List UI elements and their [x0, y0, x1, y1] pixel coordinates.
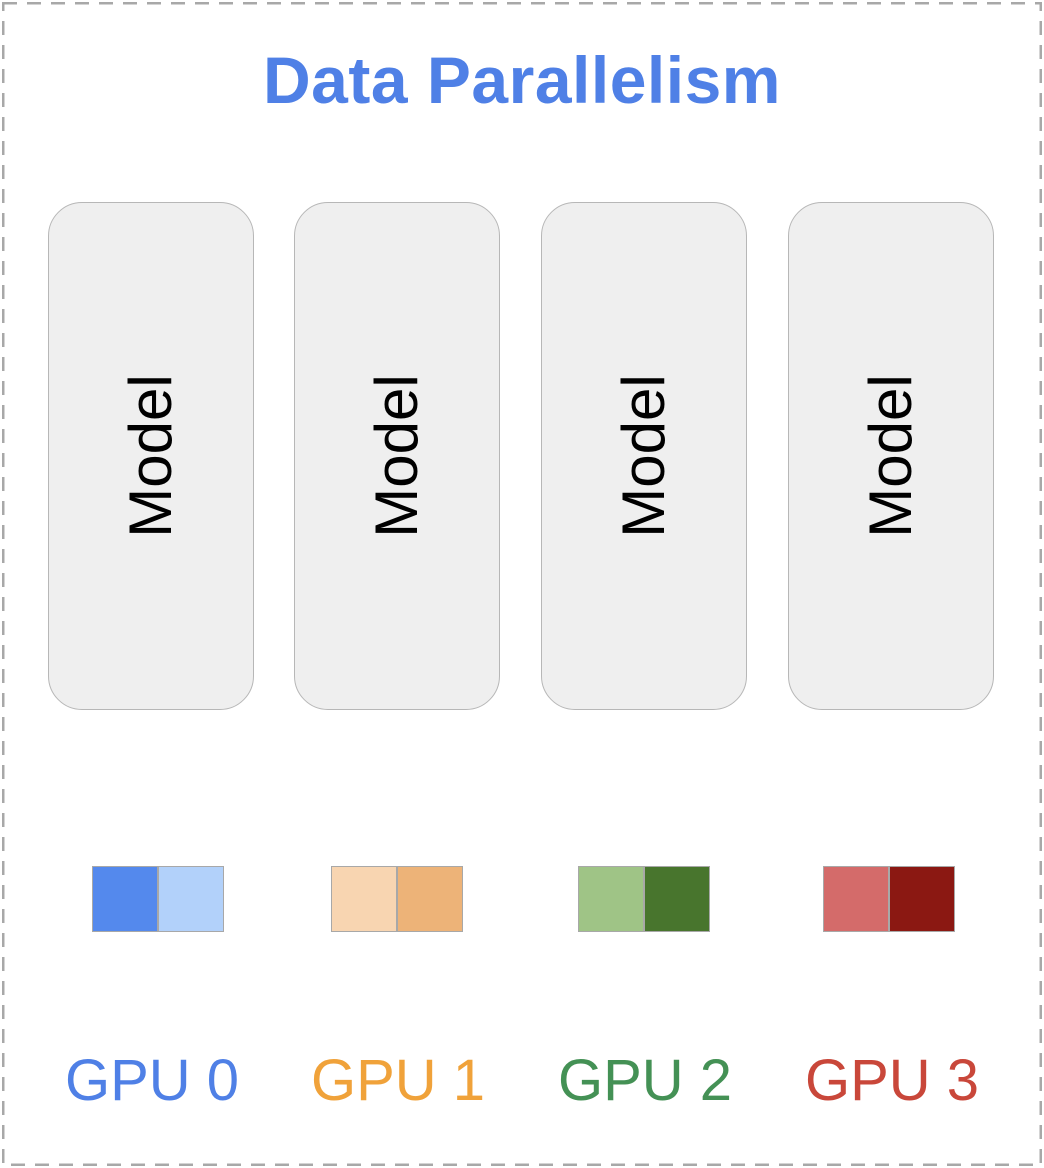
gpu-column-2: Model GPU 2: [541, 0, 749, 1168]
model-box: Model: [48, 202, 254, 710]
model-label: Model: [610, 374, 677, 538]
model-label: Model: [363, 374, 430, 538]
gpu-label: GPU 0: [64, 1048, 240, 1113]
data-shard-a: [823, 866, 889, 932]
gpu-label: GPU 3: [804, 1048, 980, 1113]
data-shard-b: [889, 866, 955, 932]
gpu-column-3: Model GPU 3: [788, 0, 996, 1168]
data-shard-a: [578, 866, 644, 932]
data-shard-a: [92, 866, 158, 932]
model-label: Model: [857, 374, 924, 538]
gpu-column-1: Model GPU 1: [294, 0, 502, 1168]
model-box: Model: [788, 202, 994, 710]
model-box: Model: [541, 202, 747, 710]
data-shard-b: [397, 866, 463, 932]
model-box: Model: [294, 202, 500, 710]
data-shard-b: [644, 866, 710, 932]
data-shard-a: [331, 866, 397, 932]
model-label: Model: [117, 374, 184, 538]
gpu-label: GPU 2: [557, 1048, 733, 1113]
gpu-label: GPU 1: [310, 1048, 486, 1113]
gpu-column-0: Model GPU 0: [48, 0, 256, 1168]
data-shard-b: [158, 866, 224, 932]
